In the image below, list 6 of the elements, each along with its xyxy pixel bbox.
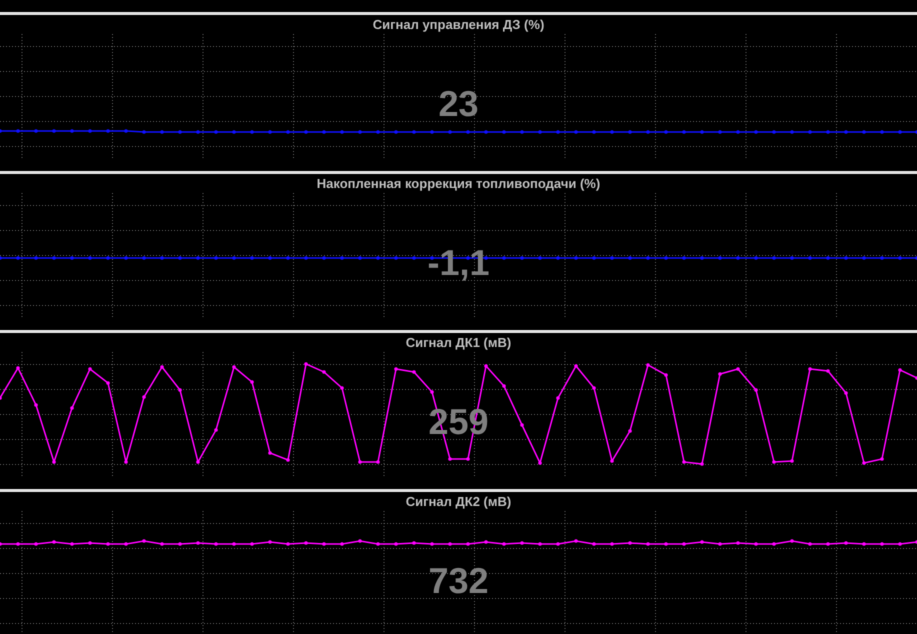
- value-readout: 732: [428, 563, 489, 599]
- panel-title: Сигнал управления ДЗ (%): [372, 18, 544, 31]
- value-readout: 23: [438, 86, 479, 122]
- panel-title: Сигнал ДК1 (мВ): [406, 336, 512, 349]
- panel-title: Накопленная коррекция топливоподачи (%): [316, 177, 600, 190]
- panel-title: Сигнал ДК2 (мВ): [406, 495, 512, 508]
